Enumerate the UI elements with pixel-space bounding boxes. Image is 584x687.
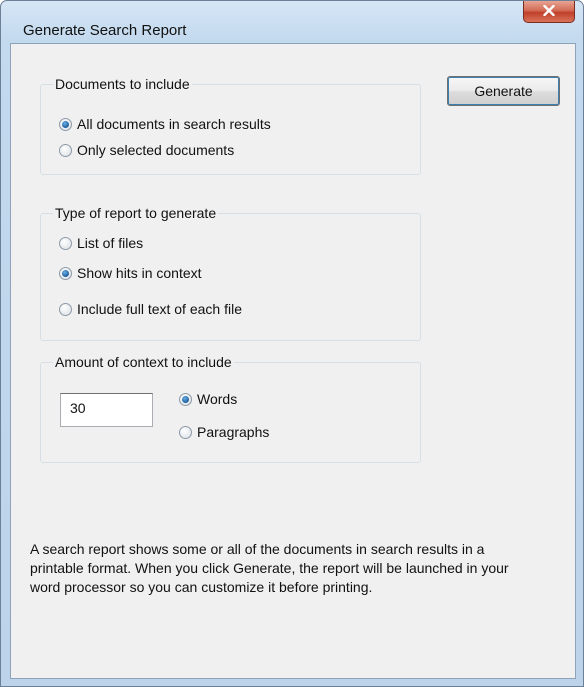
radio-include-full-text[interactable]: Include full text of each file bbox=[59, 300, 242, 318]
radio-button-checked[interactable] bbox=[179, 392, 192, 406]
radio-button[interactable] bbox=[59, 236, 72, 250]
generate-button[interactable]: Generate bbox=[447, 76, 560, 106]
report-type-group: Type of report to generate List of files… bbox=[40, 205, 421, 341]
radio-button[interactable] bbox=[59, 302, 72, 316]
radio-label: Include full text of each file bbox=[77, 301, 242, 317]
radio-list-of-files[interactable]: List of files bbox=[59, 234, 143, 252]
radio-label: Words bbox=[197, 391, 238, 407]
radio-button-checked[interactable] bbox=[59, 266, 72, 280]
context-amount-label: Amount of context to include bbox=[53, 354, 234, 370]
close-button[interactable] bbox=[523, 1, 575, 23]
radio-label: Only selected documents bbox=[77, 142, 235, 158]
radio-button[interactable] bbox=[59, 143, 72, 157]
radio-label: Paragraphs bbox=[197, 424, 270, 440]
window-title: Generate Search Report bbox=[23, 22, 187, 39]
context-amount-group: Amount of context to include 30 Words Pa… bbox=[40, 354, 421, 463]
radio-paragraphs[interactable]: Paragraphs bbox=[179, 423, 269, 441]
radio-label: Show hits in context bbox=[77, 265, 202, 281]
radio-all-documents[interactable]: All documents in search results bbox=[59, 115, 271, 133]
radio-label: List of files bbox=[77, 235, 144, 251]
radio-words[interactable]: Words bbox=[179, 390, 237, 408]
radio-only-selected-documents[interactable]: Only selected documents bbox=[59, 141, 234, 159]
report-description-text: A search report shows some or all of the… bbox=[30, 541, 509, 595]
radio-label: All documents in search results bbox=[77, 116, 271, 132]
report-type-label: Type of report to generate bbox=[53, 205, 219, 221]
close-icon bbox=[543, 5, 555, 16]
dialog-client-area: Documents to include All documents in se… bbox=[10, 43, 576, 679]
title-bar[interactable]: Generate Search Report bbox=[1, 1, 583, 43]
dialog-window: Generate Search Report Documents to incl… bbox=[0, 0, 584, 687]
radio-button[interactable] bbox=[179, 425, 192, 439]
context-amount-input[interactable]: 30 bbox=[60, 393, 153, 427]
radio-show-hits-in-context[interactable]: Show hits in context bbox=[59, 264, 202, 282]
documents-to-include-label: Documents to include bbox=[53, 76, 192, 92]
radio-button-checked[interactable] bbox=[59, 117, 72, 131]
documents-to-include-group: Documents to include All documents in se… bbox=[40, 76, 421, 175]
